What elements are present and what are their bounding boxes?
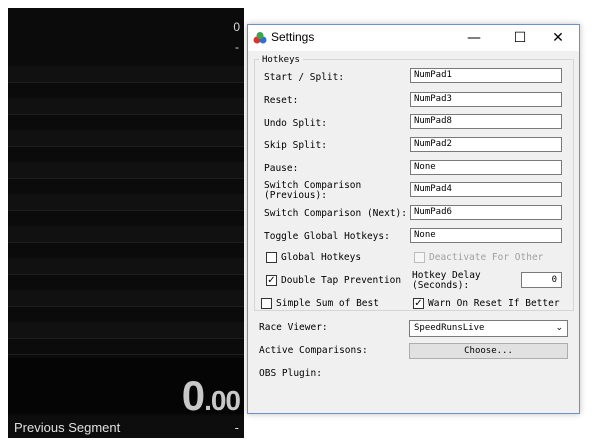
previous-segment-value: -: [234, 420, 239, 435]
split-row: [8, 242, 244, 259]
maximize-button[interactable]: ☐: [505, 27, 535, 49]
split-row: [8, 274, 244, 291]
chevron-down-icon: ⌄: [555, 323, 563, 333]
reset-label: Reset:: [264, 95, 299, 106]
choose-comparisons-button[interactable]: Choose...: [409, 343, 568, 359]
double-tap-prevention-checkbox[interactable]: ✓: [266, 275, 277, 286]
warn-on-reset-label: Warn On Reset If Better: [428, 298, 560, 309]
hotkey-delay-label: Hotkey Delay (Seconds):: [412, 270, 481, 291]
simple-sum-of-best-checkbox[interactable]: [261, 298, 272, 309]
window-title: Settings: [271, 30, 315, 44]
start-split-label: Start / Split:: [264, 72, 345, 83]
undo-split-hotkey-field[interactable]: NumPad8: [410, 114, 562, 129]
split-row: [8, 258, 244, 275]
livesplit-app-icon: [253, 32, 267, 44]
split-row: [8, 146, 244, 163]
split-row: [8, 210, 244, 227]
top-split-value: 0: [233, 20, 240, 34]
reset-hotkey-field[interactable]: NumPad3: [410, 92, 562, 107]
race-viewer-selected: SpeedRunsLive: [414, 323, 485, 333]
global-hotkeys-checkbox[interactable]: [266, 252, 277, 263]
split-row: [8, 114, 244, 131]
timer-whole: 0: [181, 372, 205, 419]
start-split-hotkey-field[interactable]: NumPad1: [410, 68, 562, 83]
timer-fraction: .00: [204, 385, 241, 416]
split-row: [8, 194, 244, 211]
split-row: [8, 178, 244, 195]
switch-comparison-previous-label: Switch Comparison (Previous):: [264, 180, 362, 201]
split-row: [8, 290, 244, 307]
previous-segment-label: Previous Segment: [14, 420, 121, 435]
split-row: [8, 338, 244, 355]
minimize-button[interactable]: —: [459, 27, 489, 49]
active-comparisons-label: Active Comparisons:: [259, 345, 368, 356]
skip-split-hotkey-field[interactable]: NumPad2: [410, 137, 562, 152]
split-row: [8, 130, 244, 147]
switch-comparison-next-label: Switch Comparison (Next):: [264, 208, 407, 219]
split-row: [8, 98, 244, 115]
race-viewer-label: Race Viewer:: [259, 322, 328, 333]
split-row: [8, 50, 244, 67]
split-row: [8, 162, 244, 179]
deactivate-for-other-label: Deactivate For Other: [429, 252, 544, 263]
split-row: [8, 322, 244, 339]
race-viewer-dropdown[interactable]: SpeedRunsLive ⌄: [409, 320, 568, 337]
split-row: [8, 306, 244, 323]
warn-on-reset-checkbox[interactable]: ✓: [413, 298, 424, 309]
hotkey-delay-input[interactable]: 0: [521, 272, 562, 288]
skip-split-label: Skip Split:: [264, 140, 327, 151]
undo-split-label: Undo Split:: [264, 118, 327, 129]
close-button[interactable]: ✕: [543, 27, 573, 49]
split-delta-dash: -: [235, 40, 239, 54]
toggle-global-hotkeys-label: Toggle Global Hotkeys:: [264, 231, 390, 242]
switch-comparison-previous-field[interactable]: NumPad4: [410, 182, 562, 197]
splits-timer-panel: 0 - - 0.00 Previous Segment -: [8, 8, 244, 438]
obs-plugin-label: OBS Plugin:: [259, 368, 322, 379]
pause-label: Pause:: [264, 163, 299, 174]
split-row: [8, 66, 244, 83]
deactivate-for-other-checkbox[interactable]: [414, 252, 425, 263]
toggle-global-hotkeys-field[interactable]: None: [410, 228, 562, 243]
switch-comparison-next-field[interactable]: NumPad6: [410, 205, 562, 220]
hotkeys-group-label: Hotkeys: [259, 55, 303, 65]
title-bar[interactable]: Settings — ☐ ✕: [248, 25, 579, 51]
global-hotkeys-label: Global Hotkeys: [281, 252, 362, 263]
split-row: [8, 226, 244, 243]
simple-sum-of-best-label: Simple Sum of Best: [276, 298, 379, 309]
double-tap-prevention-label: Double Tap Prevention: [281, 275, 402, 286]
timer-display: 0.00: [181, 372, 241, 422]
split-row: [8, 82, 244, 99]
pause-hotkey-field[interactable]: None: [410, 160, 562, 175]
